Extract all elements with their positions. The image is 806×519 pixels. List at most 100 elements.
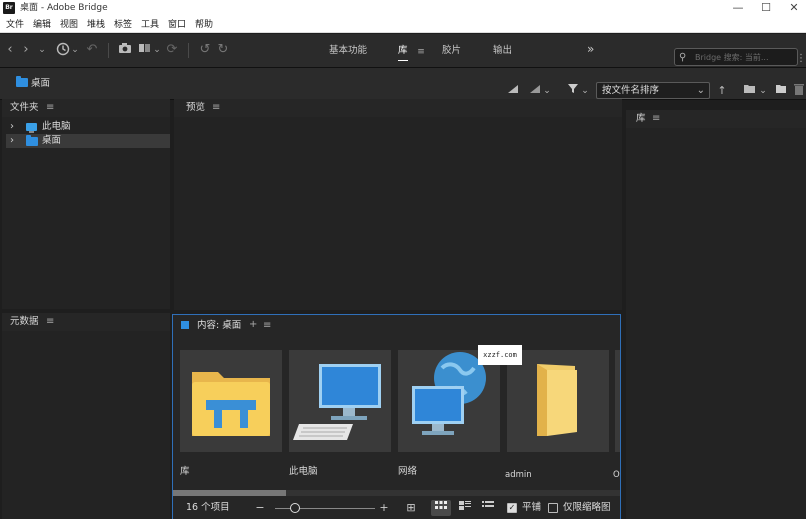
more-workspaces-icon[interactable]: » xyxy=(587,43,594,55)
thumbnail-label: O xyxy=(613,470,620,480)
toolbar-separator xyxy=(188,43,189,58)
tree-item-desktop[interactable]: › 桌面 xyxy=(6,134,170,148)
sort-label: 按文件名排序 xyxy=(602,85,660,96)
menu-file[interactable]: 文件 xyxy=(6,18,24,32)
view-details-button[interactable] xyxy=(455,500,475,516)
metadata-panel: 元数据 ≡ xyxy=(2,313,170,519)
folder-icon xyxy=(16,76,28,87)
preview-panel-header: 预览 ≡ xyxy=(174,99,622,117)
content-panel: 内容: 桌面 + ≡ 库 此电脑 网络 admin O 16 个项目 − + ⊞… xyxy=(172,314,621,519)
tile-checkbox[interactable]: ✓ xyxy=(507,503,517,513)
content-panel-title: 内容: 桌面 xyxy=(197,320,242,331)
horizontal-scrollbar[interactable] xyxy=(173,490,620,496)
maximize-button[interactable]: ☐ xyxy=(752,0,780,17)
chevron-down-icon[interactable]: ⌄ xyxy=(580,83,590,99)
sort-select[interactable]: 按文件名排序 ⌄ xyxy=(596,82,710,99)
computer-icon xyxy=(293,364,381,440)
tab-output[interactable]: 输出 xyxy=(493,45,512,57)
folders-panel-header: 文件夹 ≡ xyxy=(2,99,170,117)
add-tab-button[interactable]: + xyxy=(249,319,257,331)
menu-stack[interactable]: 堆栈 xyxy=(87,18,105,32)
chevron-down-icon[interactable]: ⌄ xyxy=(36,42,48,58)
thumbnails-only-checkbox[interactable] xyxy=(548,503,558,513)
chevron-right-icon[interactable]: › xyxy=(10,134,14,148)
thumbnail-admin[interactable] xyxy=(507,350,609,452)
chevron-down-icon[interactable]: ⌄ xyxy=(542,83,552,99)
library-panel: 库 ≡ xyxy=(626,110,806,519)
panel-menu-icon[interactable]: ≡ xyxy=(263,320,271,332)
folders-panel: 文件夹 ≡ › 此电脑 › 桌面 xyxy=(2,99,170,309)
grid-lock-icon[interactable]: ⊞ xyxy=(403,500,419,516)
recent-history-icon[interactable] xyxy=(56,42,70,58)
zoom-out-button[interactable]: − xyxy=(255,500,265,516)
folders-panel-title: 文件夹 xyxy=(10,102,39,113)
view-thumbnails-button[interactable] xyxy=(431,500,451,516)
chevron-down-icon[interactable]: ⌄ xyxy=(70,42,80,58)
sort-ascending-icon[interactable]: ↑ xyxy=(716,83,728,99)
tab-essentials[interactable]: 基本功能 xyxy=(329,45,367,57)
thumbnail-library[interactable] xyxy=(180,350,282,452)
thumbnail-this-pc[interactable] xyxy=(289,350,391,452)
menu-tools[interactable]: 工具 xyxy=(141,18,159,32)
quality-icon[interactable] xyxy=(506,83,520,99)
scrollbar-thumb[interactable] xyxy=(173,490,286,496)
panel-menu-icon[interactable]: ≡ xyxy=(652,113,660,125)
bridge-app-icon: Br xyxy=(3,2,15,14)
active-panel-indicator xyxy=(181,321,189,329)
open-recent-folder-icon[interactable] xyxy=(742,83,758,99)
menu-help[interactable]: 帮助 xyxy=(195,18,213,32)
panel-menu-icon[interactable]: ≡ xyxy=(212,102,220,114)
chevron-down-icon[interactable]: ⌄ xyxy=(152,42,162,58)
thumbnail-label: admin xyxy=(505,470,532,480)
close-button[interactable]: ✕ xyxy=(780,0,806,17)
chevron-down-icon[interactable]: ⌄ xyxy=(758,83,768,99)
menu-window[interactable]: 窗口 xyxy=(168,18,186,32)
trash-icon[interactable] xyxy=(792,83,806,99)
network-globe-icon xyxy=(412,352,486,435)
content-status-bar: 16 个项目 − + ⊞ ✓ 平铺 仅限缩略图 xyxy=(173,497,620,519)
rating-filter-icon[interactable] xyxy=(528,83,542,99)
thumbnail-label: 此电脑 xyxy=(289,466,318,477)
thumbnail-label: 网络 xyxy=(398,466,418,477)
user-folder-icon xyxy=(537,364,577,436)
forward-icon[interactable]: › xyxy=(20,42,32,58)
thumbnail-partial[interactable] xyxy=(615,350,620,452)
watermark-label: xzzf.com xyxy=(478,345,522,365)
folder-icon xyxy=(26,135,38,146)
tab-library[interactable]: 库 xyxy=(398,45,408,61)
refine-icon[interactable] xyxy=(138,42,152,58)
item-count: 16 个项目 xyxy=(186,502,230,513)
title-bar: Br 桌面 - Adobe Bridge — ☐ ✕ xyxy=(0,0,806,17)
breadcrumb[interactable]: 桌面 xyxy=(16,76,50,90)
camera-icon[interactable] xyxy=(118,42,132,58)
menu-view[interactable]: 视图 xyxy=(60,18,78,32)
zoom-in-button[interactable]: + xyxy=(379,500,389,516)
tree-item-label: 桌面 xyxy=(42,135,62,146)
minimize-button[interactable]: — xyxy=(724,0,752,17)
chevron-right-icon[interactable]: › xyxy=(10,120,14,134)
library-panel-header: 库 ≡ xyxy=(626,110,806,128)
rotate-left-icon[interactable]: ↺ xyxy=(198,42,212,58)
back-icon[interactable]: ‹ xyxy=(4,42,16,58)
chevron-down-icon: ⌄ xyxy=(696,85,705,96)
filter-icon[interactable] xyxy=(566,83,580,99)
view-list-button[interactable] xyxy=(478,500,498,516)
new-folder-icon[interactable] xyxy=(774,83,788,99)
more-icon[interactable]: ⋮ xyxy=(796,51,806,67)
rotate-right-icon[interactable]: ↻ xyxy=(216,42,230,58)
tab-menu-icon[interactable]: ≡ xyxy=(416,44,426,60)
tab-filmstrip[interactable]: 胶片 xyxy=(442,45,461,57)
content-panel-header: 内容: 桌面 + ≡ xyxy=(173,315,620,337)
tree-item-this-pc[interactable]: › 此电脑 xyxy=(6,120,170,134)
tile-label: 平铺 xyxy=(522,502,542,513)
thumbnail-network[interactable] xyxy=(398,350,500,452)
panel-menu-icon[interactable]: ≡ xyxy=(46,316,54,328)
return-icon[interactable]: ↶ xyxy=(86,42,98,58)
rotate-sync-icon[interactable]: ⟳ xyxy=(166,42,178,58)
slider-handle[interactable] xyxy=(290,503,300,513)
panel-menu-icon[interactable]: ≡ xyxy=(46,102,54,114)
search-input[interactable]: ⚲ Bridge 搜索: 当前... xyxy=(674,48,798,66)
toolbar-separator xyxy=(108,43,109,58)
menu-label[interactable]: 标签 xyxy=(114,18,132,32)
menu-edit[interactable]: 编辑 xyxy=(33,18,51,32)
